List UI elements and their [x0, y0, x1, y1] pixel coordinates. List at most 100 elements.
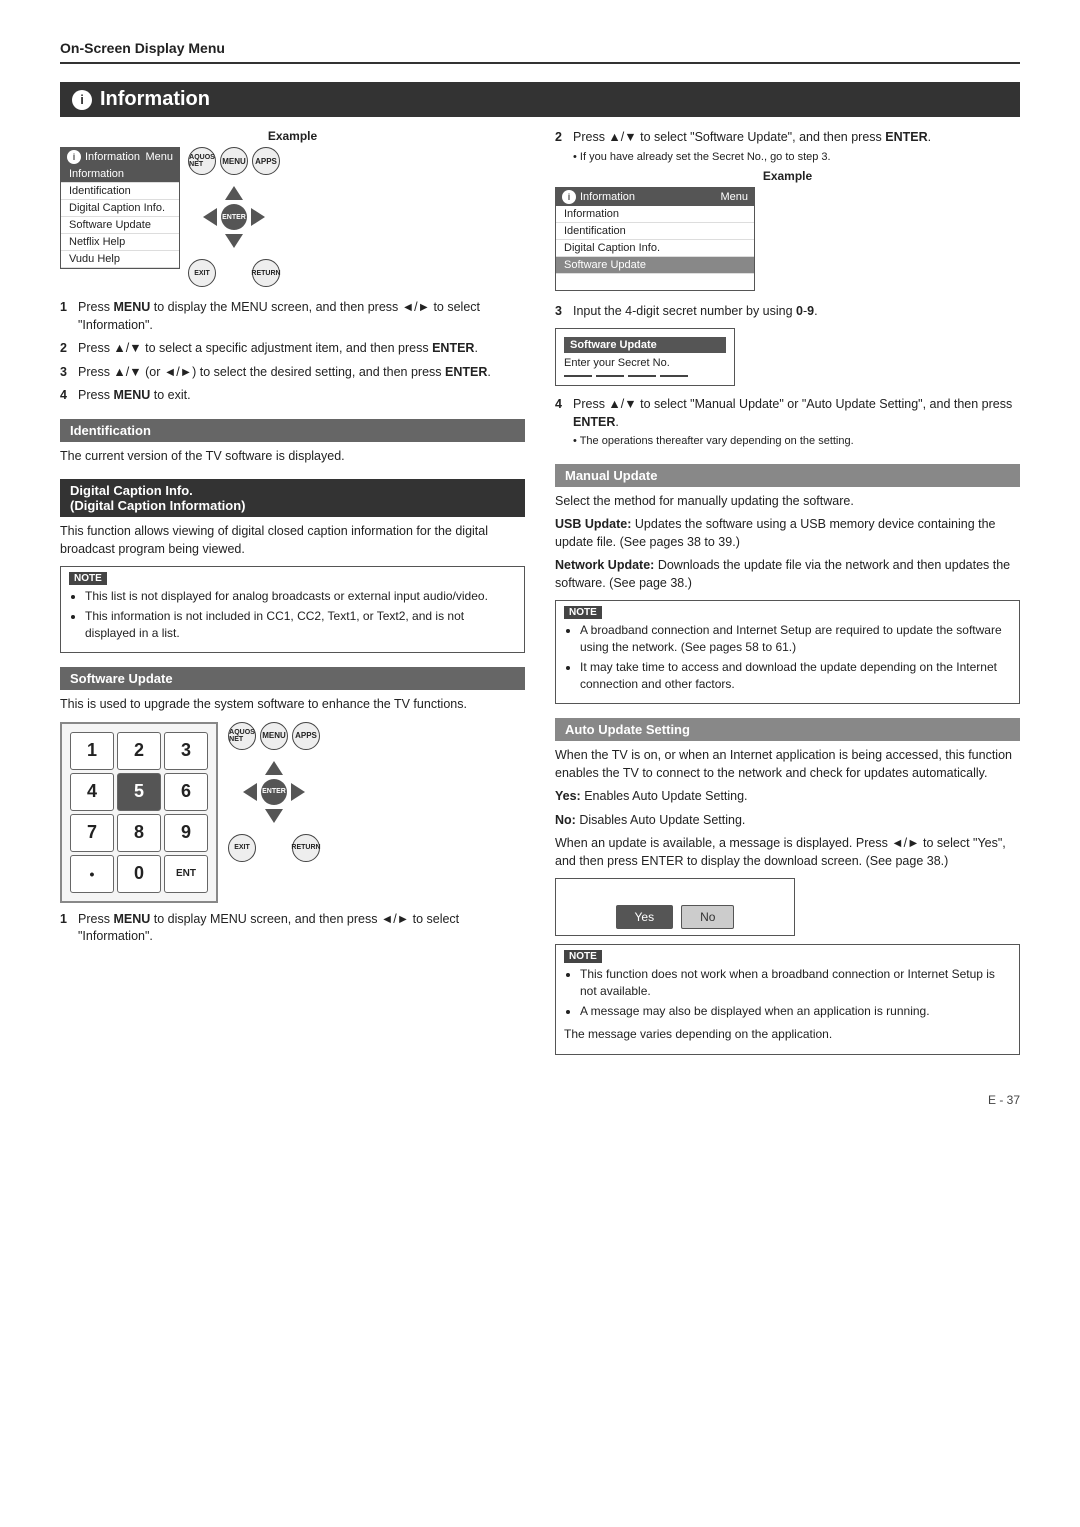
- step-3-right-num: 3: [555, 303, 569, 321]
- sw-dash-1: [564, 375, 592, 377]
- digital-caption-note: NOTE This list is not displayed for anal…: [60, 566, 525, 653]
- manual-update-text: Select the method for manually updating …: [555, 493, 1020, 511]
- identification-title: Identification: [60, 419, 525, 442]
- numpad-0: 0: [117, 855, 161, 893]
- section-title: Information: [100, 88, 210, 111]
- steps-left: 1 Press MENU to display the MENU screen,…: [60, 299, 525, 405]
- yes-no-spacer: [562, 885, 788, 899]
- sw-update-box-label: Enter your Secret No.: [564, 357, 726, 369]
- auto-update-no: No: Disables Auto Update Setting.: [555, 812, 1020, 830]
- auto-update-note: NOTE This function does not work when a …: [555, 944, 1020, 1054]
- step-3-right-text: Input the 4-digit secret number by using…: [573, 303, 818, 321]
- example-label-right: Example: [555, 169, 1020, 183]
- step-2-num: 2: [60, 340, 74, 358]
- yes-label: Yes:: [555, 789, 581, 803]
- remote-spacer-2: [260, 834, 288, 862]
- example-label-left: Example: [60, 129, 525, 143]
- manual-update-network: Network Update: Downloads the update fil…: [555, 557, 1020, 592]
- dpad-up-left: [225, 186, 243, 200]
- remote-dpad-right-bottom: ENTER: [239, 757, 309, 827]
- yes-button[interactable]: Yes: [616, 905, 674, 929]
- auto-update-text2: When an update is available, a message i…: [555, 835, 1020, 870]
- remote-menu-btn: MENU: [220, 147, 248, 175]
- numpad: 1 2 3 4 5 6 7 8 9 • 0 ENT: [60, 722, 218, 903]
- no-text: Disables Auto Update Setting.: [579, 813, 745, 827]
- identification-text: The current version of the TV software i…: [60, 448, 525, 466]
- menu-header-name-right: Information: [580, 191, 635, 203]
- menu-header-label-left: Information: [85, 151, 140, 163]
- step-2-right-text: Press ▲/▼ to select "Software Update", a…: [573, 130, 931, 144]
- numpad-5: 5: [117, 773, 161, 811]
- remote-return-btn: RETURN: [252, 259, 280, 287]
- remote-left: AQUOSNET MENU APPS ENTER EXIT R: [188, 147, 280, 287]
- page-header: On-Screen Display Menu: [60, 40, 1020, 64]
- page-footer: E - 37: [60, 1093, 1020, 1107]
- remote-right-bottom: AQUOSNET MENU APPS ENTER EXIT RETURN: [228, 722, 320, 862]
- step-4-right-content: Press ▲/▼ to select "Manual Update" or "…: [573, 396, 1020, 449]
- yes-no-btns: Yes No: [562, 905, 788, 929]
- auto-update-notes: This function does not work when a broad…: [580, 966, 1011, 1019]
- dpad-right-left: [251, 208, 265, 226]
- menu-item-r-empty: [556, 274, 754, 290]
- sw-dashes: [564, 375, 726, 377]
- menu-info-icon-left: i: [67, 150, 81, 164]
- digital-caption-note-2: This information is not included in CC1,…: [85, 608, 516, 642]
- remote-apps-btn: APPS: [252, 147, 280, 175]
- yes-no-dialog: Yes No: [555, 878, 795, 936]
- sw-dash-2: [596, 375, 624, 377]
- menu-mockup-left: i Information Menu Information Identific…: [60, 147, 180, 269]
- numpad-7: 7: [70, 814, 114, 852]
- digital-caption-notes: This list is not displayed for analog br…: [85, 588, 516, 641]
- dpad-up-rb: [265, 761, 283, 775]
- numpad-3: 3: [164, 732, 208, 770]
- manual-update-title: Manual Update: [555, 464, 1020, 487]
- menu-item-vudu: Vudu Help: [61, 251, 179, 268]
- menu-word-left: Menu: [145, 151, 173, 163]
- sw-update-box-title: Software Update: [564, 337, 726, 353]
- step-1-text: Press MENU to display the MENU screen, a…: [78, 299, 525, 334]
- step-2-right-sub: • If you have already set the Secret No.…: [573, 150, 931, 165]
- remote-bottom-btns-rb: EXIT RETURN: [228, 834, 320, 862]
- menu-item-r-information: Information: [556, 206, 754, 223]
- step-3-text: Press ▲/▼ (or ◄/►) to select the desired…: [78, 364, 491, 382]
- no-button[interactable]: No: [681, 905, 734, 929]
- sw-step-1: 1 Press MENU to display MENU screen, and…: [60, 911, 525, 946]
- software-update-text: This is used to upgrade the system softw…: [60, 696, 525, 714]
- step-2-left: 2 Press ▲/▼ to select a specific adjustm…: [60, 340, 525, 358]
- step-1-num: 1: [60, 299, 74, 334]
- numpad-ent: ENT: [164, 855, 208, 893]
- auto-update-note-3: The message varies depending on the appl…: [564, 1026, 1011, 1043]
- step-4-num: 4: [60, 387, 74, 405]
- step-3-right: 3 Input the 4-digit secret number by usi…: [555, 303, 1020, 321]
- step-3-left: 3 Press ▲/▼ (or ◄/►) to select the desir…: [60, 364, 525, 382]
- dpad-down-left: [225, 234, 243, 248]
- step-2-text: Press ▲/▼ to select a specific adjustmen…: [78, 340, 478, 358]
- numpad-8: 8: [117, 814, 161, 852]
- remote-apps-btn-2: APPS: [292, 722, 320, 750]
- left-column: Example i Information Menu Information I…: [60, 129, 525, 1063]
- numpad-9: 9: [164, 814, 208, 852]
- menu-mockup-header-right: i Information Menu: [556, 188, 754, 206]
- digital-caption-note-1: This list is not displayed for analog br…: [85, 588, 516, 605]
- sw-dash-4: [660, 375, 688, 377]
- step-3-num: 3: [60, 364, 74, 382]
- numpad-2: 2: [117, 732, 161, 770]
- main-content: Example i Information Menu Information I…: [60, 129, 1020, 1063]
- remote-aquos-btn: AQUOSNET: [188, 147, 216, 175]
- step-2-right: 2 Press ▲/▼ to select "Software Update",…: [555, 129, 1020, 165]
- numpad-dot: •: [70, 855, 114, 893]
- sw-update-box: Software Update Enter your Secret No.: [555, 328, 735, 386]
- menu-mockup-header-left: i Information Menu: [61, 148, 179, 166]
- menu-info-icon-right: i: [562, 190, 576, 204]
- menu-item-software-update: Software Update: [61, 217, 179, 234]
- manual-update-usb: USB Update: Updates the software using a…: [555, 516, 1020, 551]
- step-4-right-num: 4: [555, 396, 569, 449]
- manual-update-note-2: It may take time to access and download …: [580, 659, 1011, 693]
- dpad-enter-left: ENTER: [221, 204, 247, 230]
- numpad-6: 6: [164, 773, 208, 811]
- menu-item-r-digital-caption: Digital Caption Info.: [556, 240, 754, 257]
- step-2-right-num: 2: [555, 129, 569, 165]
- remote-exit-btn: EXIT: [188, 259, 216, 287]
- menu-item-netflix: Netflix Help: [61, 234, 179, 251]
- auto-update-title: Auto Update Setting: [555, 718, 1020, 741]
